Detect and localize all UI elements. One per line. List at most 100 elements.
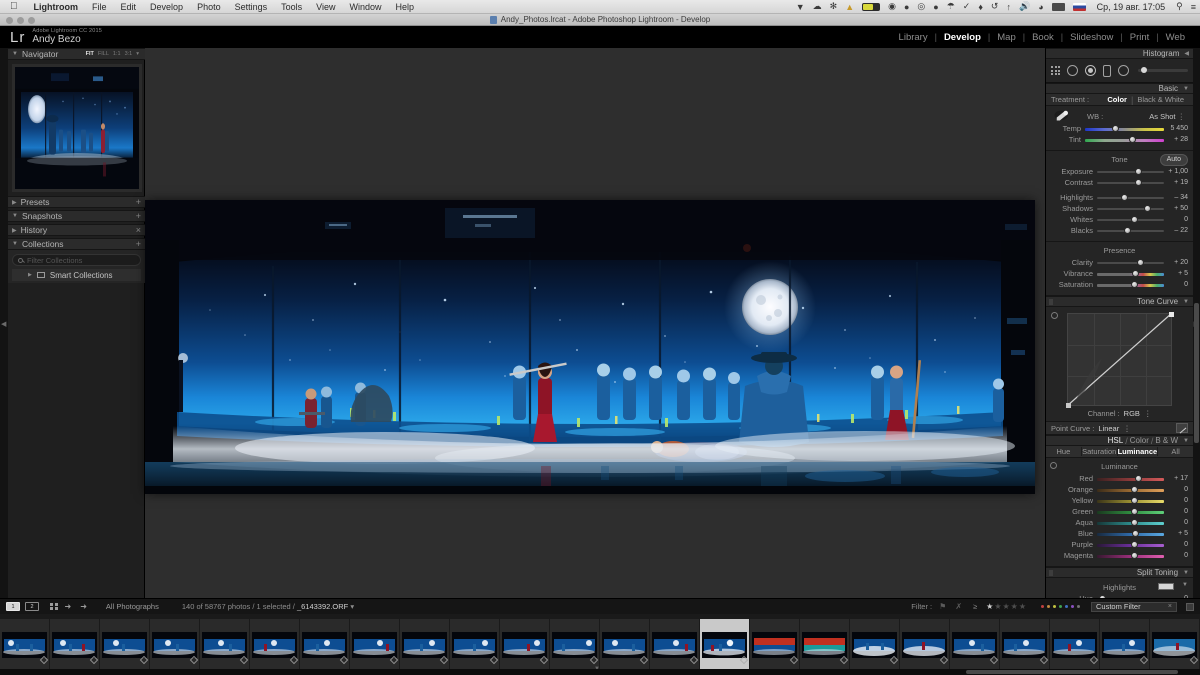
clarity-value[interactable]: + 20 (1164, 259, 1188, 266)
filmstrip-thumbnail[interactable] (250, 618, 299, 671)
close-icon[interactable]: × (1168, 603, 1172, 610)
filmstrip-thumbnail[interactable] (800, 618, 849, 671)
chevron-down-icon[interactable]: ⋮ (1144, 409, 1152, 418)
star-4[interactable]: ★ (1011, 602, 1018, 611)
navigator-preview[interactable] (12, 64, 142, 192)
filter-lock-icon[interactable] (1186, 602, 1194, 611)
rating-stars[interactable]: ★ ★ ★ ★ ★ (986, 602, 1026, 611)
chevron-down-icon[interactable]: ▾ (350, 602, 354, 611)
tone-curve-graph[interactable] (1065, 311, 1174, 408)
menu-item-window[interactable]: Window (343, 2, 389, 12)
filmstrip-source[interactable]: All Photographs (106, 602, 159, 611)
identity-plate[interactable]: Lr Adobe Lightroom CC 2015 Andy Bezo (6, 26, 102, 48)
histogram-header[interactable]: Histogram ◀ (1046, 48, 1193, 59)
go-forward-icon[interactable]: ➜ (78, 602, 89, 611)
temp-slider[interactable] (1085, 124, 1164, 133)
collections-header[interactable]: ▼ Collections + (8, 238, 145, 250)
tint-value[interactable]: + 28 (1164, 136, 1188, 143)
target-adjust-icon[interactable] (1051, 312, 1058, 319)
edit-point-curve-icon[interactable] (1176, 423, 1188, 433)
clear-history-icon[interactable]: × (136, 225, 141, 235)
volume-icon[interactable]: 🔊 (1015, 1, 1034, 12)
curve-point-black[interactable] (1065, 402, 1071, 408)
hsl-magenta-slider[interactable] (1097, 551, 1164, 560)
smart-collections-row[interactable]: ▶ Smart Collections (12, 269, 141, 281)
crop-tool-icon[interactable] (1051, 66, 1060, 75)
umbrella-icon[interactable]: ☂ (943, 1, 959, 12)
tint-slider[interactable] (1085, 135, 1164, 144)
blacks-value[interactable]: – 22 (1164, 227, 1188, 234)
check-circle-icon[interactable]: ✓ (959, 1, 975, 12)
graduated-filter-icon[interactable] (1103, 64, 1111, 77)
filmstrip-thumbnail[interactable] (100, 618, 149, 671)
chevron-down-icon[interactable]: ▼ (1183, 570, 1189, 576)
flag-pick-icon[interactable]: ⚑ (937, 602, 948, 611)
hsl-blue-slider[interactable] (1097, 529, 1164, 538)
snapshots-header[interactable]: ▼ Snapshots + (8, 210, 145, 222)
filmstrip-thumbnail[interactable] (450, 618, 499, 671)
highlights-value[interactable]: – 34 (1164, 194, 1188, 201)
auto-tone-button[interactable]: Auto (1159, 154, 1188, 166)
filmstrip-thumbnail[interactable] (850, 618, 899, 671)
blacks-slider[interactable] (1097, 226, 1164, 235)
red-eye-icon[interactable] (1085, 65, 1096, 76)
menu-item-lightroom[interactable]: Lightroom (27, 2, 86, 12)
chevron-down-icon[interactable]: ⋮ (1123, 424, 1131, 433)
filmstrip-thumbnail[interactable] (1150, 618, 1199, 671)
filmstrip-thumbnail[interactable] (0, 618, 49, 671)
collections-filter-input[interactable]: Filter Collections (12, 254, 141, 266)
contrast-slider[interactable] (1097, 178, 1164, 187)
module-slideshow[interactable]: Slideshow (1063, 32, 1120, 43)
chevron-down-icon[interactable]: ▼ (12, 241, 18, 247)
menu-item-view[interactable]: View (309, 2, 342, 12)
chevron-down-icon[interactable]: ▼ (1183, 86, 1189, 92)
split-highlights-swatch[interactable] (1158, 583, 1174, 590)
filmstrip-thumbnail[interactable] (550, 618, 599, 671)
grid-view-icon[interactable] (50, 602, 58, 611)
chevron-down-icon[interactable]: ▼ (12, 213, 18, 219)
zoom-button[interactable] (28, 16, 35, 24)
hsl-red-slider[interactable] (1097, 474, 1164, 483)
color-label-none[interactable] (1077, 605, 1080, 608)
spot-removal-icon[interactable] (1067, 65, 1078, 76)
hsl-purple-value[interactable]: 0 (1164, 541, 1188, 548)
flag-icon[interactable] (1069, 2, 1090, 11)
color-label-purple[interactable] (1071, 605, 1074, 608)
bluetooth-icon[interactable]: ✻ (826, 1, 842, 12)
filmstrip-thumbnail[interactable] (950, 618, 999, 671)
menu-item-tools[interactable]: Tools (274, 2, 309, 12)
star-5[interactable]: ★ (1019, 602, 1026, 611)
bell-icon[interactable]: ● (900, 2, 913, 12)
filmstrip-thumbnail[interactable] (200, 618, 249, 671)
hsl-subtab-saturation[interactable]: Saturation (1082, 447, 1118, 456)
filmstrip-scrollbar-thumb[interactable] (966, 670, 1178, 674)
navigator-zoom-1-1[interactable]: 1:1 (111, 51, 123, 57)
navigator-zoom-3-1[interactable]: 3:1 (123, 51, 135, 57)
menu-clock[interactable]: Ср, 19 авг. 17:05 (1090, 2, 1173, 12)
colorsync-icon[interactable]: ● (929, 2, 942, 12)
menu-item-settings[interactable]: Settings (228, 2, 275, 12)
module-web[interactable]: Web (1159, 32, 1192, 43)
chevron-down-icon[interactable]: ▾ (134, 51, 141, 57)
navigator-zoom-fill[interactable]: FILL (96, 51, 111, 57)
filmstrip-thumbnail[interactable] (400, 618, 449, 671)
chevron-right-icon[interactable]: ▶ (28, 272, 32, 278)
menu-item-develop[interactable]: Develop (143, 2, 190, 12)
airplay-icon[interactable]: ↑ (1002, 2, 1015, 12)
selected-filename[interactable]: _6143392.ORF (297, 602, 348, 611)
shadows-value[interactable]: + 50 (1164, 205, 1188, 212)
hsl-tab-hsl[interactable]: HSL (1108, 436, 1124, 445)
history-header[interactable]: ▶ History × (8, 224, 145, 236)
adjustment-brush-icon[interactable] (1138, 67, 1188, 73)
chevron-down-icon[interactable]: ▼ (1182, 582, 1188, 588)
battery-icon[interactable] (858, 2, 884, 11)
temp-value[interactable]: 5 450 (1164, 125, 1188, 132)
whites-slider[interactable] (1097, 215, 1164, 224)
collapse-left-icon[interactable]: ◀ (1184, 50, 1189, 57)
target-icon[interactable]: ◎ (913, 1, 929, 12)
photo-frame[interactable] (145, 200, 1035, 494)
vibrance-value[interactable]: + 5 (1164, 270, 1188, 277)
timemachine-icon[interactable]: ↺ (987, 1, 1003, 12)
filmstrip-thumbnail[interactable] (350, 618, 399, 671)
filmstrip-thumbnail[interactable] (500, 618, 549, 671)
